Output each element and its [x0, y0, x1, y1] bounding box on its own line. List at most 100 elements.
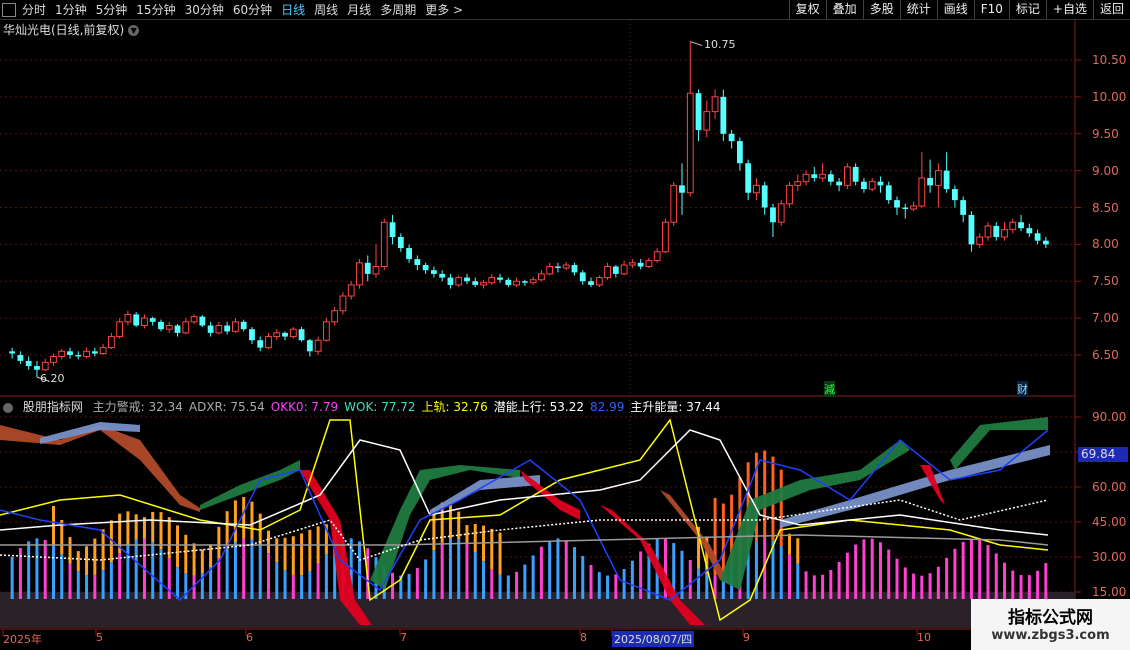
candle-body-down: [505, 279, 512, 285]
candle-body-up: [753, 184, 760, 194]
histogram-bar: [465, 543, 469, 599]
candle-body-down: [902, 207, 909, 209]
histogram-bar: [27, 541, 31, 599]
candle-body-down: [993, 225, 1000, 237]
candle-body-down: [588, 281, 594, 285]
histogram-bar: [978, 539, 982, 599]
candle-body-down: [91, 351, 98, 354]
candle-body-down: [579, 272, 586, 282]
candle-body-up: [595, 277, 603, 286]
candle-body-down: [406, 248, 412, 260]
candle-body-down: [728, 133, 735, 142]
energy-bar: [184, 534, 188, 574]
candle-body-down: [571, 265, 578, 273]
histogram-bar: [986, 545, 990, 599]
candle-body-down: [555, 266, 561, 268]
histogram-bar: [796, 563, 800, 599]
histogram-bar: [1044, 563, 1048, 599]
candle-body-up: [538, 273, 545, 281]
candle-body-up: [786, 184, 793, 205]
candle-body-up: [58, 350, 66, 357]
histogram-bar: [291, 574, 295, 599]
histogram-bar: [308, 571, 312, 599]
histogram-bar: [225, 549, 229, 599]
indicator-field-1: ADXR: 75.54: [188, 400, 265, 414]
indicator-field-5: 潜能上行: 53.22: [493, 400, 584, 414]
candle-body-down: [827, 174, 834, 182]
histogram-bar: [85, 575, 89, 599]
histogram-bar: [515, 571, 519, 599]
indicator-field-0: 主力警戒: 32.34: [92, 400, 183, 414]
price-tick-label: 9.50: [1092, 126, 1119, 141]
histogram-bar: [432, 550, 436, 599]
candle-body-down: [249, 329, 255, 341]
candle-body-up: [794, 181, 802, 186]
candle-body-down: [207, 325, 214, 333]
candle-body-up: [653, 251, 661, 262]
energy-bar: [85, 546, 89, 576]
histogram-bar: [622, 569, 626, 599]
energy-bar: [209, 544, 213, 568]
histogram-bar: [606, 575, 610, 599]
chart-canvas[interactable]: [0, 0, 1130, 650]
candle-body-down: [67, 351, 73, 355]
histogram-bar: [118, 552, 122, 599]
histogram-bar: [506, 575, 510, 599]
histogram-bar: [688, 559, 692, 599]
price-tick-label: 10.00: [1092, 89, 1127, 104]
settings-gear-icon[interactable]: [3, 402, 13, 413]
histogram-bar: [878, 542, 882, 599]
histogram-bar: [754, 541, 758, 599]
candle-body-up: [604, 266, 611, 279]
histogram-bar: [630, 560, 634, 599]
histogram-bar: [936, 566, 940, 599]
candle-body-down: [75, 355, 82, 357]
event-marker-reduction[interactable]: 減: [824, 381, 835, 397]
candle-body-down: [695, 93, 702, 131]
histogram-bar: [581, 555, 585, 599]
candle-body-down: [158, 321, 164, 330]
histogram-bar: [548, 540, 552, 599]
candle-body-down: [298, 329, 305, 341]
event-marker-finance[interactable]: 财: [1017, 381, 1028, 397]
candle-body-up: [546, 266, 554, 275]
candle-body-down: [1042, 240, 1049, 245]
candle-body-up: [562, 264, 570, 269]
candle-body-up: [347, 284, 355, 297]
candle-body-down: [34, 366, 40, 370]
candle-body-up: [802, 173, 810, 183]
histogram-bar: [283, 570, 287, 599]
energy-bar: [233, 500, 237, 542]
histogram-bar: [242, 538, 246, 599]
watermark-logo: 指标公式网 www.zbgs3.com: [971, 599, 1130, 650]
histogram-bar: [457, 539, 461, 599]
date-tick-label: 8: [580, 631, 587, 644]
histogram-bar: [829, 569, 833, 599]
indicator-tick-label: 60.00: [1092, 480, 1127, 494]
histogram-bar: [572, 547, 576, 599]
price-tick-label: 9.00: [1092, 163, 1119, 178]
histogram-bar: [887, 549, 891, 599]
candle-body-down: [770, 207, 776, 223]
candle-body-down: [414, 259, 421, 266]
candle-body-up: [1001, 229, 1008, 238]
candle-body-down: [422, 265, 429, 271]
candle-body-up: [620, 264, 628, 275]
indicator-name[interactable]: 股朋指标网: [23, 400, 83, 414]
histogram-bar: [43, 540, 47, 599]
indicator-header: 股朋指标网 主力警戒: 32.34 ADXR: 75.54 OKK0: 7.79 WO…: [3, 398, 727, 415]
histogram-bar: [275, 562, 279, 599]
candle-body-down: [447, 277, 454, 285]
candle-body-down: [968, 214, 975, 245]
energy-bar: [76, 551, 80, 572]
candle-body-up: [372, 266, 380, 275]
indicator-field-4: 上轨: 32.76: [421, 400, 488, 414]
candle-body-up: [488, 277, 496, 284]
candle-body-down: [745, 163, 752, 193]
histogram-bar: [804, 571, 808, 599]
histogram-bar: [357, 541, 361, 599]
energy-bar: [275, 538, 279, 563]
histogram-bar: [697, 568, 701, 599]
energy-bar: [267, 530, 270, 554]
candle-body-down: [149, 318, 156, 322]
